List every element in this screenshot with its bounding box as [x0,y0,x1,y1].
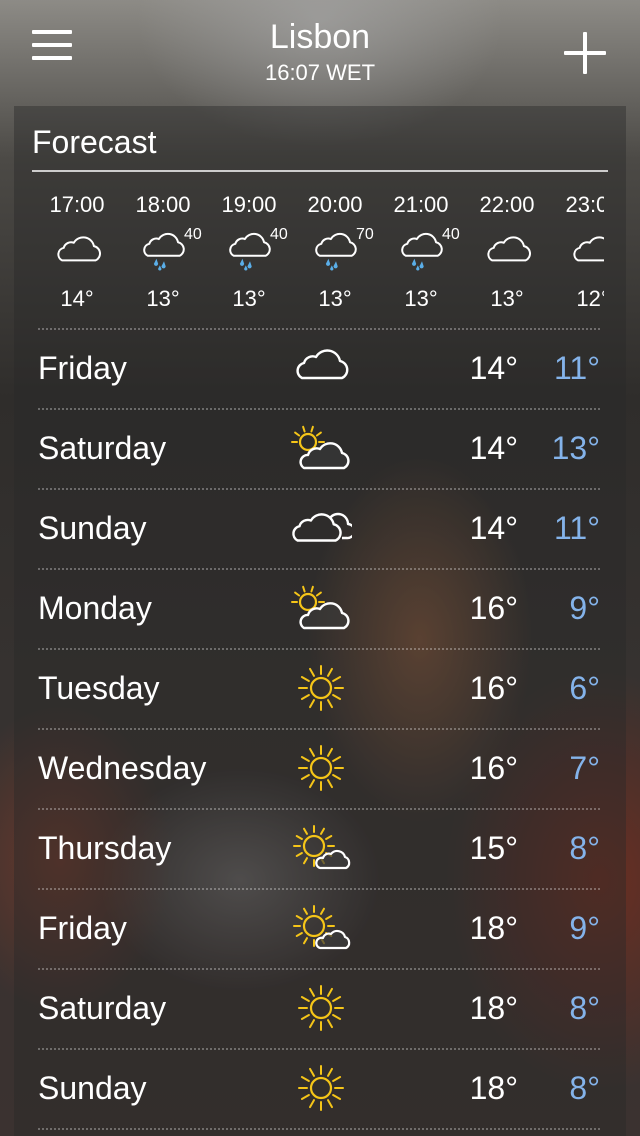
mostly-sunny-icon [290,824,352,872]
daily-row[interactable]: Monday 16° 9° [14,568,626,648]
precip-chance: 40 [270,226,288,243]
hour-time: 18:00 [135,192,191,217]
hourly-item: 18:00 40 13° [120,192,206,320]
rain-cloud-icon [310,230,362,274]
cloud-icon [52,230,104,274]
title-divider [32,170,608,172]
day-name: Sunday [38,1070,147,1106]
hour-time: 21:00 [393,192,449,217]
high-temp: 14° [469,430,518,466]
hour-temp: 13° [490,286,524,311]
hourly-item: 20:00 70 13° [292,192,378,320]
sun-icon [290,664,352,712]
hour-time: 20:00 [307,192,363,217]
low-temp: 11° [553,350,600,386]
hour-temp: 13° [232,286,266,311]
hourly-item: 21:00 40 13° [378,192,464,320]
daily-row[interactable]: Thursday 15° 8° [14,808,626,888]
low-temp: 11° [553,510,600,546]
partly-cloudy-icon [290,424,352,472]
high-temp: 14° [469,510,518,546]
daily-row[interactable]: Sunday 18° 8° [14,1048,626,1128]
day-name: Saturday [38,430,167,466]
hour-temp: 13° [404,286,438,311]
mostly-sunny-icon [290,904,352,952]
sun-icon [290,744,352,792]
hourly-item: 23:00 12° [550,192,604,320]
daily-row[interactable]: Saturday 14° 13° [14,408,626,488]
hour-time: 17:00 [49,192,105,217]
cloud-icon [290,344,352,392]
local-time: 16:07 WET [264,60,376,85]
low-temp: 9° [569,590,600,626]
precip-chance: 70 [356,226,374,243]
daily-row[interactable]: Wednesday 16° 7° [14,728,626,808]
hourly-item: 22:00 13° [464,192,550,320]
low-temp: 7° [569,750,600,786]
hour-temp: 14° [60,286,94,311]
high-temp: 16° [469,670,518,706]
high-temp: 15° [469,830,518,866]
add-location-button[interactable] [564,32,606,74]
high-temp: 18° [469,910,518,946]
low-temp: 9° [569,910,600,946]
sun-icon [290,984,352,1032]
high-temp: 14° [469,350,518,386]
day-name: Sunday [38,510,147,546]
high-temp: 16° [469,750,518,786]
daily-row[interactable]: Tuesday 16° 6° [14,648,626,728]
high-temp: 18° [469,1070,518,1106]
precip-chance: 40 [442,226,460,243]
hour-time: 19:00 [221,192,277,217]
day-name: Wednesday [38,750,207,786]
hourly-forecast[interactable]: 17:00 14° 18:00 40 13° 19:00 40 13° 20:00 70 13… [34,192,604,320]
cloud-icon [568,230,604,274]
sun-icon [290,1064,352,1112]
daily-row[interactable]: Sunday 14° 11° [14,488,626,568]
forecast-title: Forecast [32,124,157,160]
rain-cloud-icon [138,230,190,274]
partly-cloudy-icon [290,584,352,632]
row-divider [38,1128,600,1130]
low-temp: 6° [569,670,600,706]
rain-cloud-icon [396,230,448,274]
cloud-icon [482,230,534,274]
day-name: Saturday [38,990,167,1026]
high-temp: 18° [469,990,518,1026]
day-name: Friday [38,350,127,386]
clouds-icon [290,504,356,552]
hour-time: 22:00 [479,192,535,217]
day-name: Thursday [38,830,172,866]
top-bar: Lisbon 16:07 WET [0,0,640,100]
daily-row[interactable]: Friday 18° 9° [14,888,626,968]
hour-temp: 13° [146,286,180,311]
hour-temp: 13° [318,286,352,311]
high-temp: 16° [469,590,518,626]
hour-time: 23:00 [565,192,604,217]
city-name: Lisbon [269,18,371,56]
day-name: Friday [38,910,127,946]
rain-cloud-icon [224,230,276,274]
day-name: Monday [38,590,152,626]
daily-row[interactable]: Saturday 18° 8° [14,968,626,1048]
low-temp: 8° [569,830,600,866]
low-temp: 8° [569,990,600,1026]
daily-row[interactable]: Friday 14° 11° [14,328,626,408]
day-name: Tuesday [38,670,160,706]
forecast-panel: Forecast 17:00 14° 18:00 40 13° 19:00 40 13° 2… [14,106,626,1136]
low-temp: 8° [569,1070,600,1106]
precip-chance: 40 [184,226,202,243]
hourly-item: 17:00 14° [34,192,120,320]
hour-temp: 12° [576,286,604,311]
low-temp: 13° [551,430,600,466]
hourly-item: 19:00 40 13° [206,192,292,320]
